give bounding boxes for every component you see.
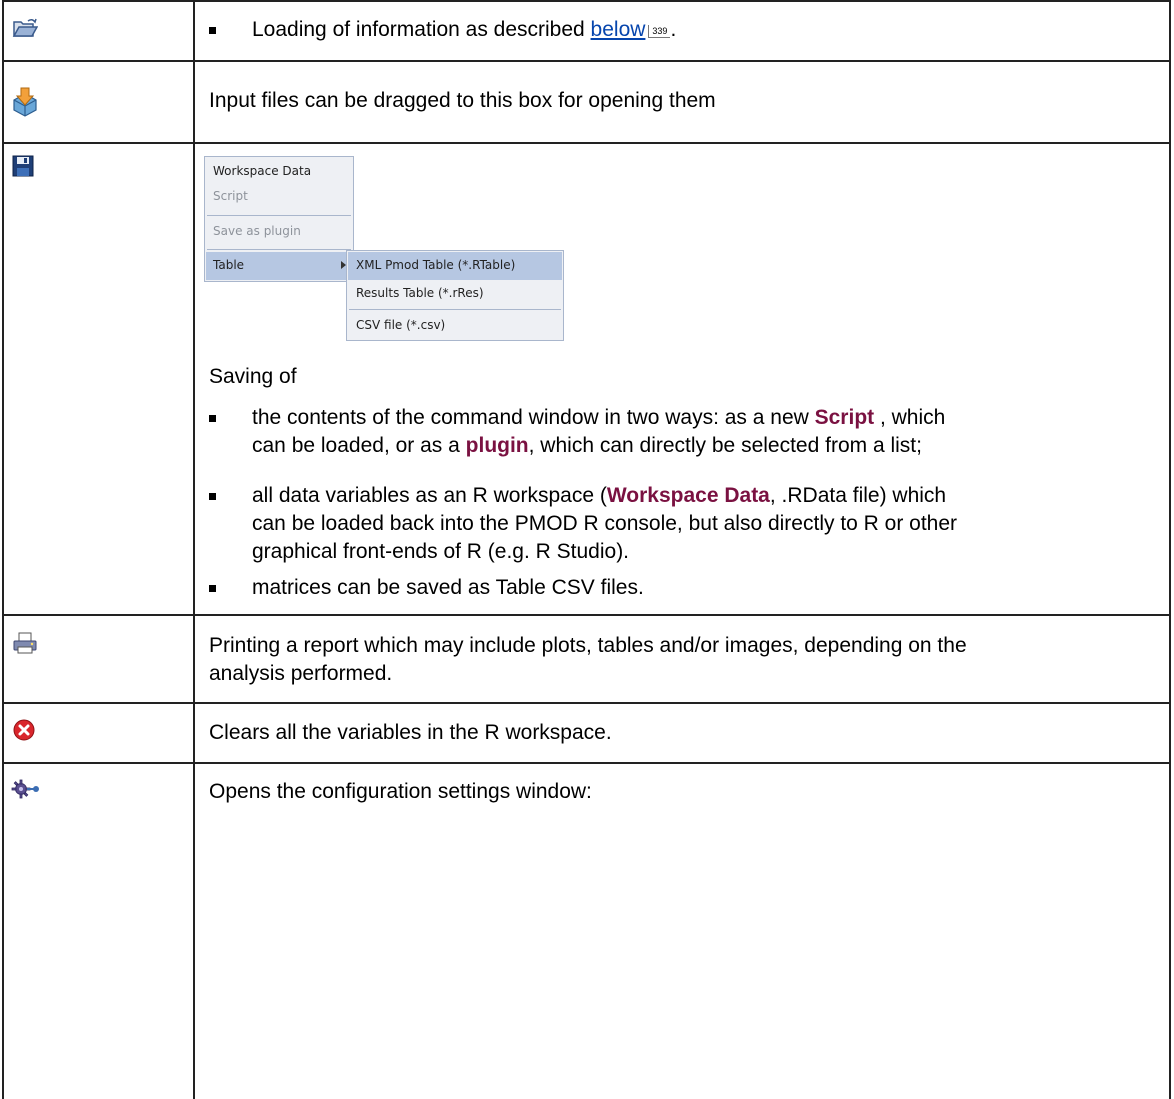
row-divider (2, 60, 1171, 62)
menu-separator (207, 215, 351, 216)
row-divider (2, 762, 1171, 764)
text: , which can directly be selected from a … (528, 434, 922, 457)
menu-item-workspace-data[interactable]: Workspace Data (213, 164, 311, 178)
bullet-matrices: matrices can be saved as Table CSV files… (252, 576, 644, 599)
row-open-description: Loading of information as described belo… (252, 16, 676, 44)
bullet-workspace-data: all data variables as an R workspace (Wo… (252, 482, 1162, 566)
row-divider (2, 0, 1171, 2)
bullet-marker (209, 585, 216, 592)
bullet-line: can be loaded, or as a plugin, which can… (252, 432, 1162, 460)
open-folder-icon (12, 17, 39, 44)
plugin-keyword: plugin (465, 434, 529, 457)
bullet-marker (209, 493, 216, 500)
column-divider (193, 0, 195, 1099)
row-drop-description: Input files can be dragged to this box f… (209, 89, 716, 112)
menu-separator (207, 249, 351, 250)
help-document-table: Loading of information as described belo… (0, 0, 1174, 1099)
bullet-line: all data variables as an R workspace (Wo… (252, 482, 1162, 510)
settings-gear-icon (11, 779, 41, 804)
text: the contents of the command window in tw… (252, 406, 815, 429)
row-print-description: Printing a report which may include plot… (209, 632, 1163, 688)
bullet-line: can be loaded back into the PMOD R conso… (252, 512, 958, 535)
bullet-marker (209, 415, 216, 422)
row-settings-description: Opens the configuration settings window: (209, 780, 592, 803)
text: all data variables as an R workspace ( (252, 484, 607, 507)
bullet-line-text: the contents of the command window in tw… (252, 404, 945, 432)
bullet-command-window: the contents of the command window in tw… (252, 404, 1162, 460)
menu-item-table[interactable]: Table (213, 258, 244, 272)
submenu-item-results-table[interactable]: Results Table (*.rRes) (356, 286, 484, 300)
drop-box-icon (12, 86, 38, 123)
save-disk-icon (12, 155, 34, 182)
saving-intro: Saving of (209, 365, 297, 388)
submenu-item-csv[interactable]: CSV file (*.csv) (356, 318, 445, 332)
menu-item-save-as-plugin[interactable]: Save as plugin (213, 224, 301, 238)
submenu-separator (349, 309, 561, 310)
row-clear-description: Clears all the variables in the R worksp… (209, 721, 612, 744)
description-text: . (670, 18, 677, 41)
bullet-marker (209, 27, 216, 34)
workspace-data-keyword: Workspace Data (606, 484, 770, 507)
description-line: analysis performed. (209, 662, 393, 685)
below-link[interactable]: below (591, 18, 646, 41)
menu-item-script[interactable]: Script (213, 189, 248, 203)
clear-red-x-icon (13, 719, 35, 746)
text: , .RData file) which (769, 484, 947, 507)
script-keyword: Script (814, 406, 875, 429)
page-reference[interactable]: 339 (648, 25, 671, 38)
bullet-line: the contents of the command window in tw… (252, 404, 1162, 432)
printer-icon (13, 632, 37, 659)
row-divider (2, 614, 1171, 616)
bullet-line: graphical front-ends of R (e.g. R Studio… (252, 540, 630, 563)
save-menu: Workspace Data Script Save as plugin Tab… (204, 156, 354, 282)
description-text: Loading of information as described (252, 18, 591, 41)
row-divider (2, 702, 1171, 704)
submenu-item-xml-table[interactable]: XML Pmod Table (*.RTable) (356, 258, 515, 272)
description-line: Printing a report which may include plot… (209, 634, 967, 657)
row-divider (2, 142, 1171, 144)
text: , which (874, 406, 946, 429)
text: can be loaded, or as a (252, 434, 466, 457)
table-submenu: XML Pmod Table (*.RTable) Results Table … (346, 250, 564, 341)
